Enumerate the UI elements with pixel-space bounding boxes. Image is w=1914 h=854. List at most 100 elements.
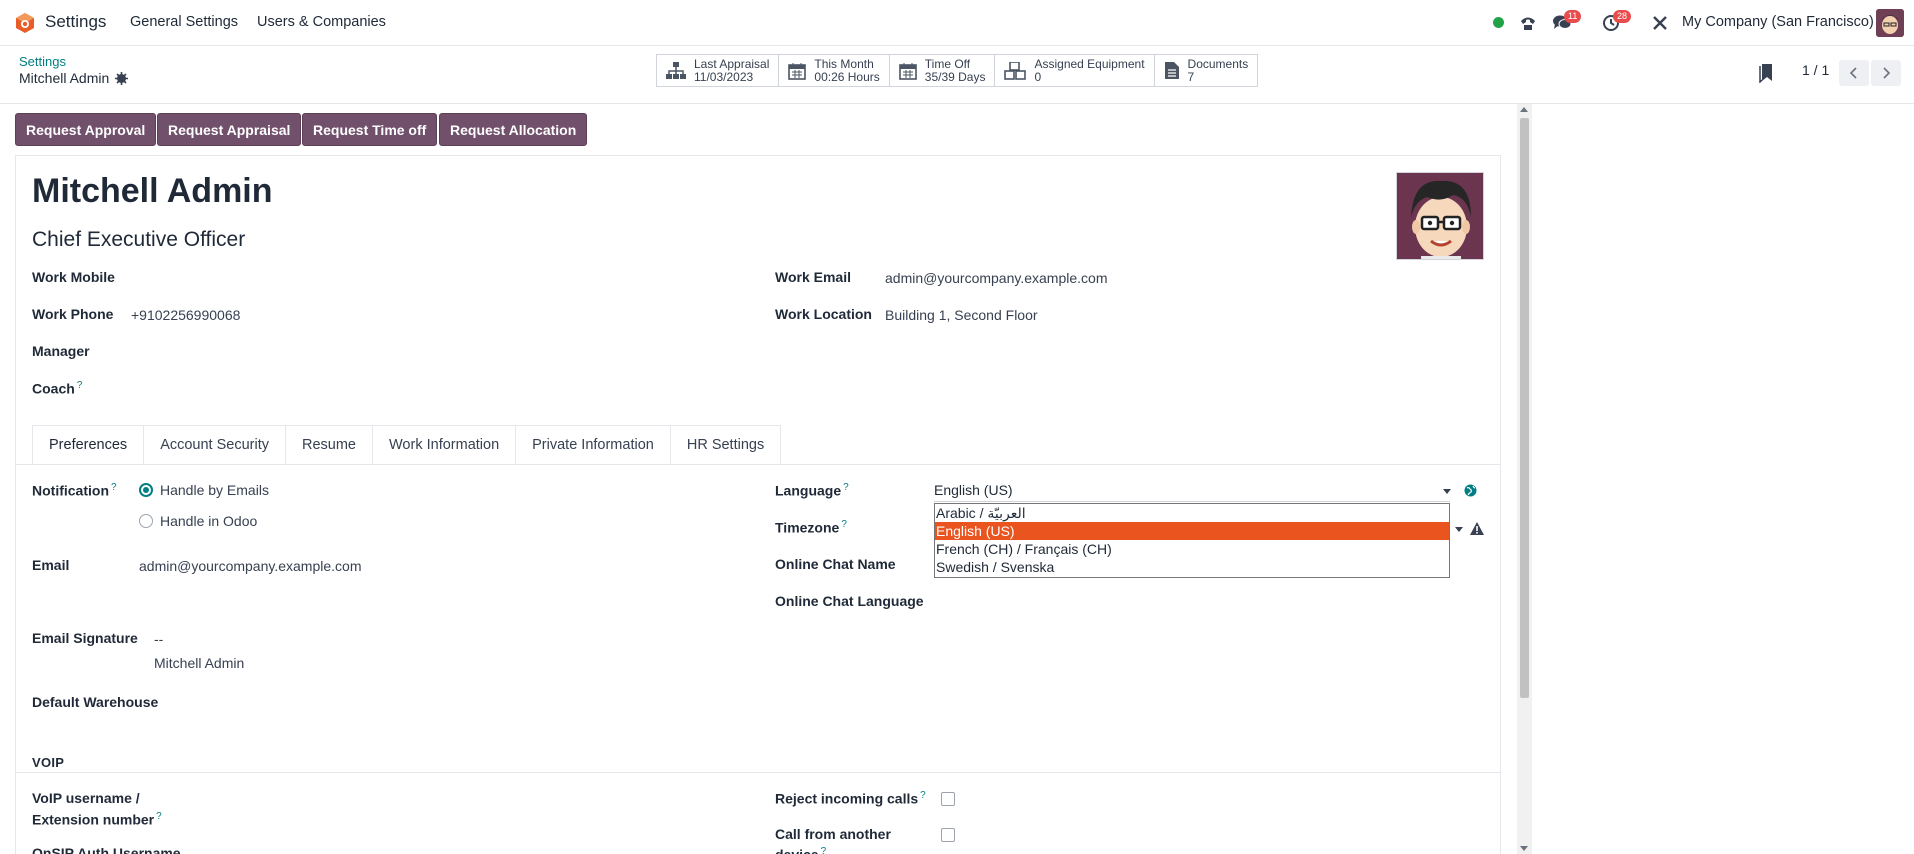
menu-general-settings[interactable]: General Settings (130, 14, 238, 30)
radio-handle-in-odoo[interactable] (139, 514, 153, 528)
language-option[interactable]: French (CH) / Français (CH) (935, 540, 1449, 558)
timezone-label: Timezone? (775, 519, 847, 536)
help-icon[interactable]: ? (843, 482, 849, 493)
request-time-off-button[interactable]: Request Time off (302, 113, 438, 146)
tab-private-information[interactable]: Private Information (516, 425, 671, 465)
tab-account-security[interactable]: Account Security (144, 425, 286, 465)
form-scrollbar[interactable] (1517, 104, 1532, 854)
company-switcher[interactable]: My Company (San Francisco) (1682, 14, 1874, 30)
phone-icon[interactable] (1518, 13, 1538, 33)
user-avatar[interactable] (1876, 9, 1904, 37)
language-option[interactable]: Arabic / العربيّة (935, 504, 1449, 522)
request-approval-button[interactable]: Request Approval (15, 113, 157, 146)
chevron-left-icon (1849, 67, 1857, 79)
smart-value: 11/03/2023 (694, 69, 754, 84)
messages-badge: 11 (1564, 10, 1582, 23)
smart-button-this-month[interactable]: This Month 00:26 Hours (779, 55, 890, 86)
language-option[interactable]: English (US) (935, 522, 1449, 540)
smart-label: Last Appraisal (694, 56, 770, 71)
breadcrumb-current: Mitchell Admin (19, 70, 110, 86)
presence-status-icon (1493, 17, 1504, 28)
option-handle-by-emails[interactable]: Handle by Emails (160, 482, 269, 498)
tab-divider (15, 464, 1501, 465)
smart-button-time-off[interactable]: Time Off 35/39 Days (890, 55, 996, 86)
request-allocation-button[interactable]: Request Allocation (439, 113, 588, 146)
menu-users-companies[interactable]: Users & Companies (257, 14, 386, 30)
control-panel: Settings Mitchell Admin Last Appraisal 11… (0, 46, 1914, 104)
call-from-another-device-label-2-text: device (775, 847, 819, 854)
voip-section-title: VOIP (32, 755, 65, 770)
smart-value: 7 (1187, 69, 1195, 84)
call-from-another-device-label-2: device? (775, 846, 826, 854)
breadcrumb: Mitchell Admin (19, 70, 129, 86)
option-handle-in-odoo[interactable]: Handle in Odoo (160, 513, 257, 529)
work-location-field[interactable]: Building 1, Second Floor (885, 307, 1038, 323)
help-icon[interactable]: ? (156, 811, 162, 822)
help-icon[interactable]: ? (111, 482, 117, 493)
manager-label: Manager (32, 343, 90, 359)
voip-username-label-1: VoIP username / (32, 790, 140, 806)
language-select[interactable]: English (US) (934, 482, 1451, 502)
online-chat-name-label: Online Chat Name (775, 556, 896, 572)
tab-resume[interactable]: Resume (286, 425, 373, 465)
breadcrumb-parent[interactable]: Settings (19, 54, 66, 69)
tab-work-information[interactable]: Work Information (373, 425, 517, 465)
timezone-label-text: Timezone (775, 519, 840, 536)
smart-buttons: Last Appraisal 11/03/2023 This Month 00:26… (656, 54, 1259, 87)
employee-avatar[interactable] (1396, 172, 1484, 260)
scroll-up-icon[interactable] (1520, 107, 1528, 112)
smart-label: Assigned Equipment (1034, 56, 1145, 71)
reject-incoming-calls-checkbox[interactable] (941, 792, 955, 806)
app-name[interactable]: Settings (45, 12, 106, 32)
reject-incoming-calls-label-text: Reject incoming calls (775, 790, 919, 807)
tab-hr-settings[interactable]: HR Settings (670, 425, 782, 465)
odoo-logo-icon[interactable] (14, 12, 36, 34)
work-phone-field[interactable]: +9102256990068 (131, 307, 240, 323)
email-signature-label: Email Signature (32, 630, 138, 646)
work-email-field[interactable]: admin@yourcompany.example.com (885, 270, 1108, 286)
onsip-username-label: OnSIP Auth Username (32, 845, 181, 854)
radio-handle-by-emails[interactable] (139, 483, 153, 497)
job-title[interactable]: Chief Executive Officer (32, 228, 245, 252)
smart-value: 0 (1034, 69, 1042, 84)
debug-tools-icon[interactable] (1652, 15, 1668, 31)
signature-dashes[interactable]: -- (154, 631, 163, 647)
help-icon[interactable]: ? (821, 846, 827, 854)
timezone-chevron-down-icon[interactable] (1455, 527, 1463, 532)
smart-button-documents[interactable]: Documents 7 (1155, 55, 1258, 86)
org-chart-icon (666, 61, 686, 79)
bookmark-icon[interactable] (1758, 63, 1774, 83)
smart-label: Documents (1187, 56, 1249, 71)
language-option[interactable]: Swedish / Svenska (935, 558, 1449, 576)
smart-value: 00:26 Hours (814, 69, 880, 84)
email-label: Email (32, 557, 70, 573)
email-field[interactable]: admin@yourcompany.example.com (139, 558, 362, 574)
chevron-right-icon (1883, 67, 1891, 79)
warning-icon[interactable] (1470, 522, 1484, 535)
pager-next-button[interactable] (1871, 60, 1901, 86)
help-icon[interactable]: ? (77, 380, 83, 391)
coach-label: Coach? (32, 380, 82, 397)
employee-name[interactable]: Mitchell Admin (32, 172, 273, 211)
calendar-icon (788, 62, 807, 80)
gear-icon[interactable] (115, 71, 129, 85)
smart-button-last-appraisal[interactable]: Last Appraisal 11/03/2023 (657, 55, 780, 86)
work-location-label: Work Location (775, 306, 872, 322)
scrollbar-thumb[interactable] (1520, 118, 1529, 698)
globe-icon[interactable] (1464, 484, 1477, 497)
smart-label: This Month (814, 56, 874, 71)
pager-value[interactable]: 1 / 1 (1802, 62, 1829, 78)
call-from-another-device-checkbox[interactable] (941, 828, 955, 842)
request-appraisal-button[interactable]: Request Appraisal (157, 113, 302, 146)
help-icon[interactable]: ? (920, 790, 926, 801)
tab-preferences[interactable]: Preferences (32, 425, 145, 465)
language-label: Language? (775, 482, 849, 499)
help-icon[interactable]: ? (841, 519, 847, 530)
smart-button-assigned-equipment[interactable]: Assigned Equipment 0 (995, 55, 1155, 86)
default-warehouse-label: Default Warehouse (32, 694, 159, 710)
signature-name[interactable]: Mitchell Admin (154, 655, 244, 671)
scroll-down-icon[interactable] (1520, 846, 1528, 851)
pager-previous-button[interactable] (1839, 60, 1869, 86)
call-from-another-device-label-1: Call from another (775, 826, 891, 842)
cubes-icon (1004, 61, 1027, 80)
